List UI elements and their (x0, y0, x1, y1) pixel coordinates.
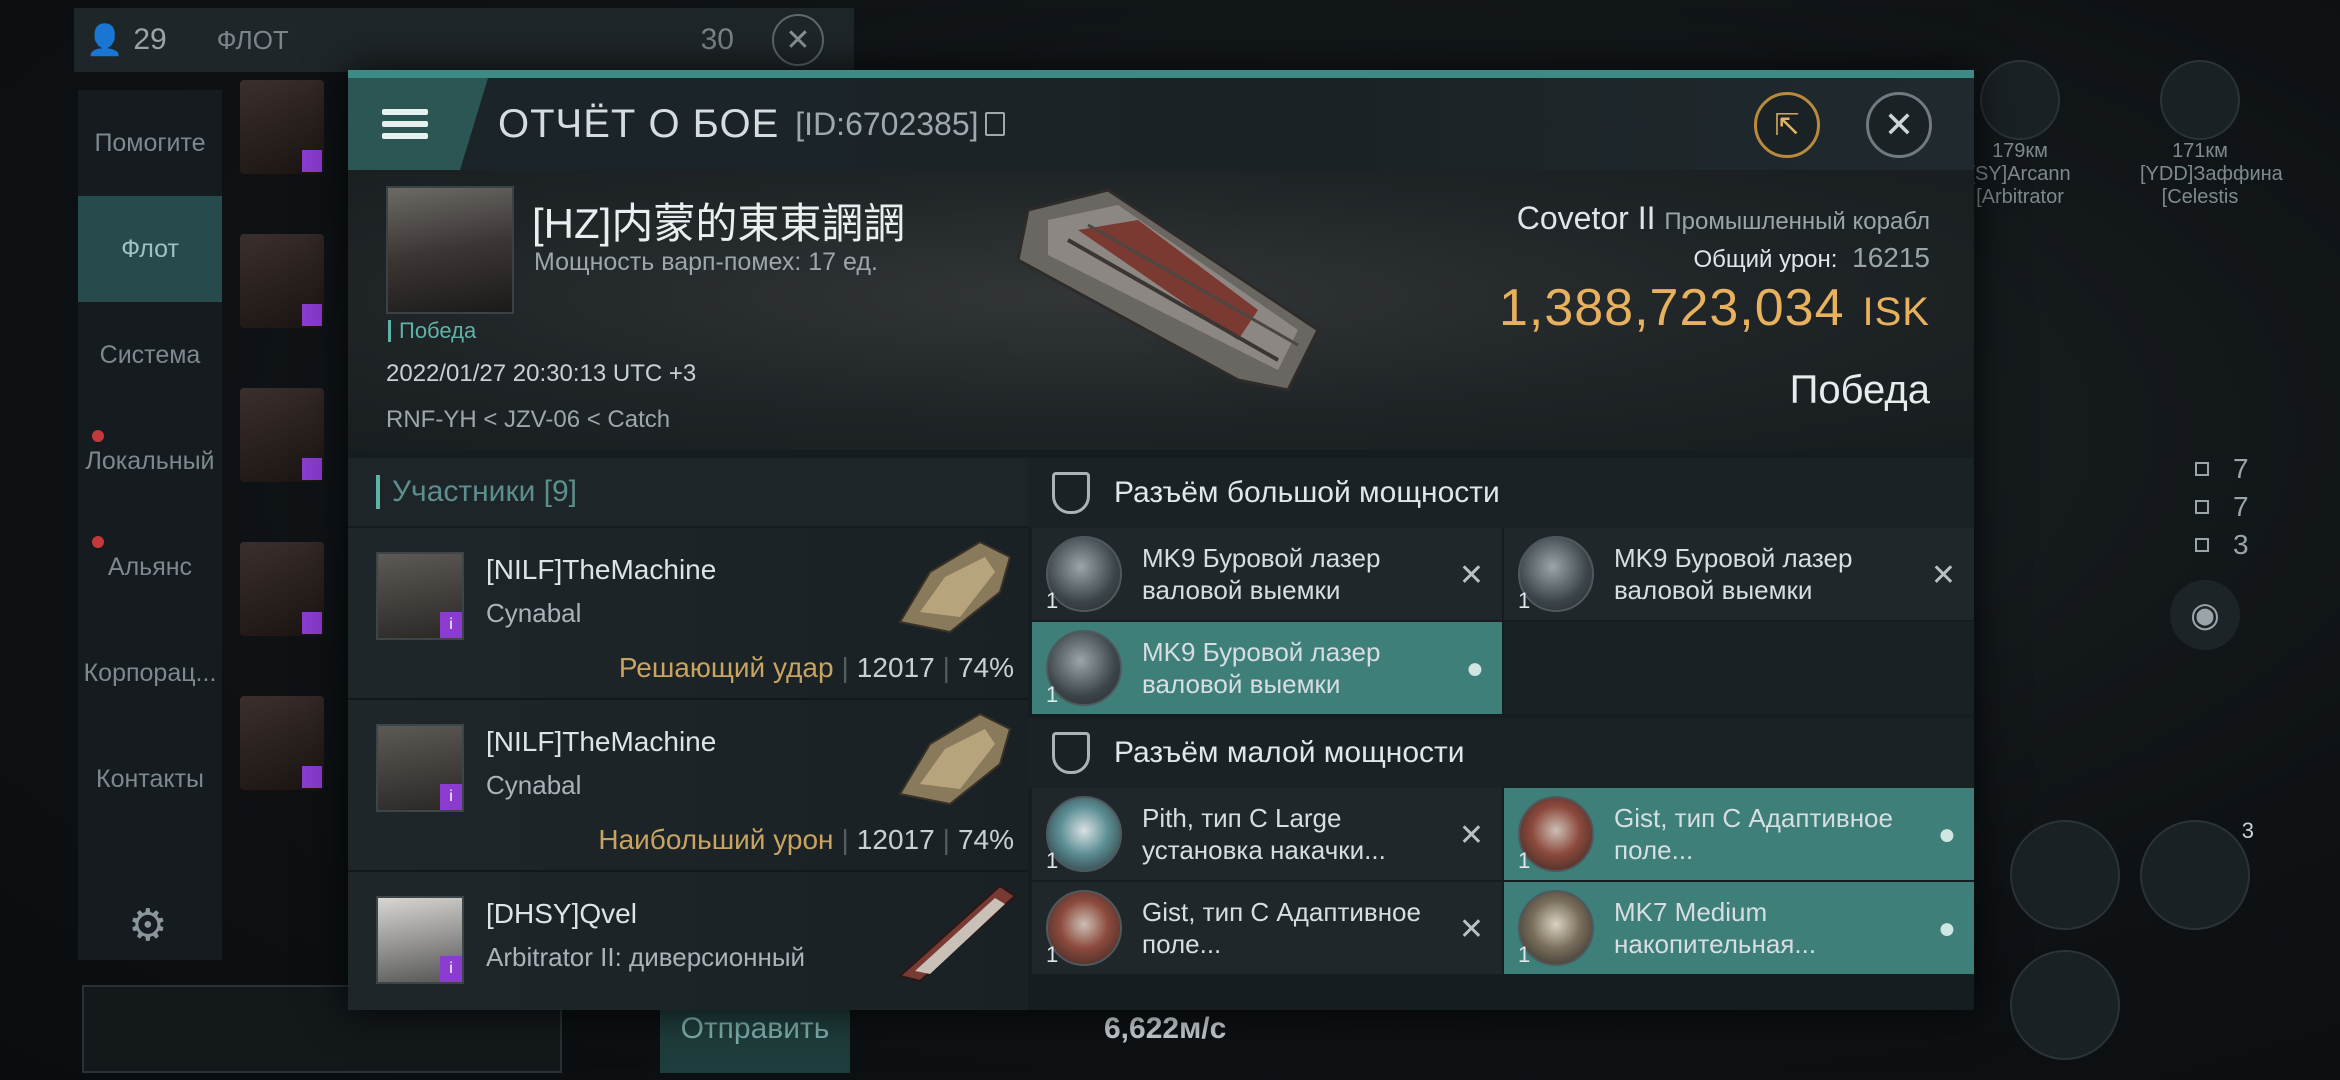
avatar[interactable] (240, 696, 324, 790)
nav-contacts[interactable]: Контакты (78, 726, 222, 832)
battle-route: RNF-YH < JZV-06 < Catch (386, 406, 671, 433)
low-slot-icon (1052, 732, 1090, 774)
fleet-label: ФЛОТ (216, 24, 289, 55)
unread-dot (92, 430, 104, 442)
avatar[interactable] (240, 388, 324, 482)
drone-icon (2195, 500, 2209, 514)
pilot-icon: ● (1937, 912, 1956, 945)
fleet-header: 👤 29 ФЛОТ 30 ✕ (74, 8, 854, 72)
victim-ship: Covetor II Промышленный корабл (1516, 200, 1930, 236)
info-icon: i (440, 612, 462, 638)
ship-entry[interactable]: 179км [SY]Arcann [Arbitrator (1960, 60, 2080, 209)
speed-readout: 6,622м/с (1104, 1012, 1227, 1045)
avatar[interactable] (240, 80, 324, 174)
module-item[interactable]: 1 Gist, тип C Адаптивное поле... ● (1504, 788, 1974, 880)
chat-avatars (240, 80, 330, 850)
unread-dot (92, 536, 104, 548)
target-stats: 7 7 3 (2195, 450, 2249, 564)
avatar[interactable] (240, 542, 324, 636)
low-slot-grid: 1 Pith, тип C Large установка накачки...… (1028, 788, 1974, 974)
pilot-icon: ● (1465, 652, 1484, 685)
eye-icon[interactable]: ◉ (2170, 580, 2240, 650)
menu-icon (382, 103, 428, 145)
module-item[interactable]: 1 MK9 Буровой лазер валовой выемки ✕ (1504, 528, 1974, 620)
menu-button[interactable] (348, 78, 488, 170)
module-item[interactable]: 1 MK7 Medium накопительная... ● (1504, 882, 1974, 974)
high-slot-icon (1052, 472, 1090, 514)
fitting-panel: Разъём большой мощности 1 MK9 Буровой ла… (1028, 458, 1974, 1010)
info-icon: i (440, 784, 462, 810)
copy-icon[interactable] (984, 112, 1005, 136)
overview-ships: 179км [SY]Arcann [Arbitrator 171км [YDD]… (1960, 60, 2283, 209)
close-button[interactable]: ✕ (1866, 92, 1932, 158)
module-item[interactable]: 1 Gist, тип C Адаптивное поле... ✕ (1032, 882, 1502, 974)
avatar: i (376, 896, 464, 984)
battle-report-dialog: ОТЧЁТ О БОЕ [ID:6702385] ⇱ ✕ [HZ]内蒙的東東誷誷… (348, 70, 1974, 1010)
participant-stats: Решающий удар | 12017 | 74% (618, 652, 1014, 683)
report-content: Участники [9] i [NILF]TheMachine Cynabal… (348, 458, 1974, 1010)
close-chat-button[interactable]: ✕ (772, 14, 824, 66)
ship-icon (2160, 60, 2240, 140)
nav-fleet[interactable]: Флот (78, 196, 222, 302)
destroyed-icon: ✕ (1458, 913, 1484, 946)
module-item[interactable]: 1 Pith, тип C Large установка накачки...… (1032, 788, 1502, 880)
participant-ship-image (898, 712, 1012, 806)
high-slot-grid: 1 MK9 Буровой лазер валовой выемки ✕ 1 M… (1028, 528, 1974, 714)
warp-strength: Мощность варп-помех: 17 ед. (534, 248, 878, 276)
channel-count: 30 (700, 23, 734, 56)
destroyed-icon: ✕ (1458, 559, 1484, 592)
isk-value: 1,388,723,034 ISK (1498, 279, 1930, 337)
report-id: [ID:6702385] (795, 105, 979, 142)
module-slot[interactable]: 3 (2140, 818, 2254, 930)
info-icon: i (440, 956, 462, 982)
ship-icon (1980, 60, 2060, 140)
battle-summary: [HZ]内蒙的東東誷誷 Мощность варп-помех: 17 ед. … (348, 170, 1974, 450)
nav-alliance[interactable]: Альянс (78, 514, 222, 620)
chat-sidebar: Помогите Флот Система Локальный Альянс К… (78, 90, 222, 960)
participant-row[interactable]: i [DHSY]Qvel Arbitrator II: диверсионный (348, 872, 1028, 1010)
avatar: i (376, 552, 464, 640)
destroyed-icon: ✕ (1930, 559, 1956, 592)
high-slot-header: Разъём большой мощности (1028, 458, 1974, 528)
person-icon: 👤 (86, 23, 124, 57)
share-icon: ⇱ (1774, 108, 1800, 142)
participant-row[interactable]: i [NILF]TheMachine Cynabal Решающий удар… (348, 528, 1028, 700)
pilot-icon: ● (1937, 818, 1956, 851)
total-damage: Общий урон: 16215 (1693, 242, 1930, 273)
low-slot-header: Разъём малой мощности (1028, 718, 1974, 788)
pilot-name: [HZ]内蒙的東東誷誷 (532, 200, 906, 247)
empty-slot (1504, 622, 1974, 714)
battle-datetime: 2022/01/27 20:30:13 UTC +3 (386, 360, 697, 387)
participant-stats: Наибольший урон | 12017 | 74% (598, 824, 1014, 855)
fleet-member-count: 👤 29 (86, 23, 167, 57)
square-icon (2195, 538, 2209, 552)
dialog-header: ОТЧЁТ О БОЕ [ID:6702385] ⇱ ✕ (348, 78, 1974, 170)
module-slot[interactable] (2010, 950, 2120, 1060)
close-icon: ✕ (1883, 104, 1915, 145)
participant-ship-image (898, 540, 1012, 634)
participant-row[interactable]: i [NILF]TheMachine Cynabal Наибольший ур… (348, 700, 1028, 872)
gear-icon[interactable]: ⚙ (128, 900, 167, 951)
ship-entry[interactable]: 171км [YDD]Заффина [Celestis (2140, 60, 2283, 209)
pilot-portrait[interactable] (386, 186, 514, 314)
avatar[interactable] (240, 234, 324, 328)
nav-local[interactable]: Локальный (78, 408, 222, 514)
participant-ship-image (897, 884, 1017, 983)
target-icon (2195, 462, 2209, 476)
nav-help[interactable]: Помогите (78, 90, 222, 196)
module-item[interactable]: 1 MK9 Буровой лазер валовой выемки ● (1032, 622, 1502, 714)
destroyed-icon: ✕ (1458, 819, 1484, 852)
victim-ship-image (1016, 188, 1320, 392)
victory-tag: Победа (388, 320, 476, 342)
battle-result: Победа (1789, 368, 1930, 412)
dialog-title: ОТЧЁТ О БОЕ (498, 101, 780, 146)
nav-system[interactable]: Система (78, 302, 222, 408)
participants-panel: Участники [9] i [NILF]TheMachine Cynabal… (348, 458, 1028, 1010)
participants-header: Участники [9] (348, 458, 1028, 528)
nav-corporation[interactable]: Корпорац... (78, 620, 222, 726)
module-item[interactable]: 1 MK9 Буровой лазер валовой выемки ✕ (1032, 528, 1502, 620)
avatar: i (376, 724, 464, 812)
share-button[interactable]: ⇱ (1754, 92, 1820, 158)
module-slot[interactable] (2010, 820, 2120, 930)
